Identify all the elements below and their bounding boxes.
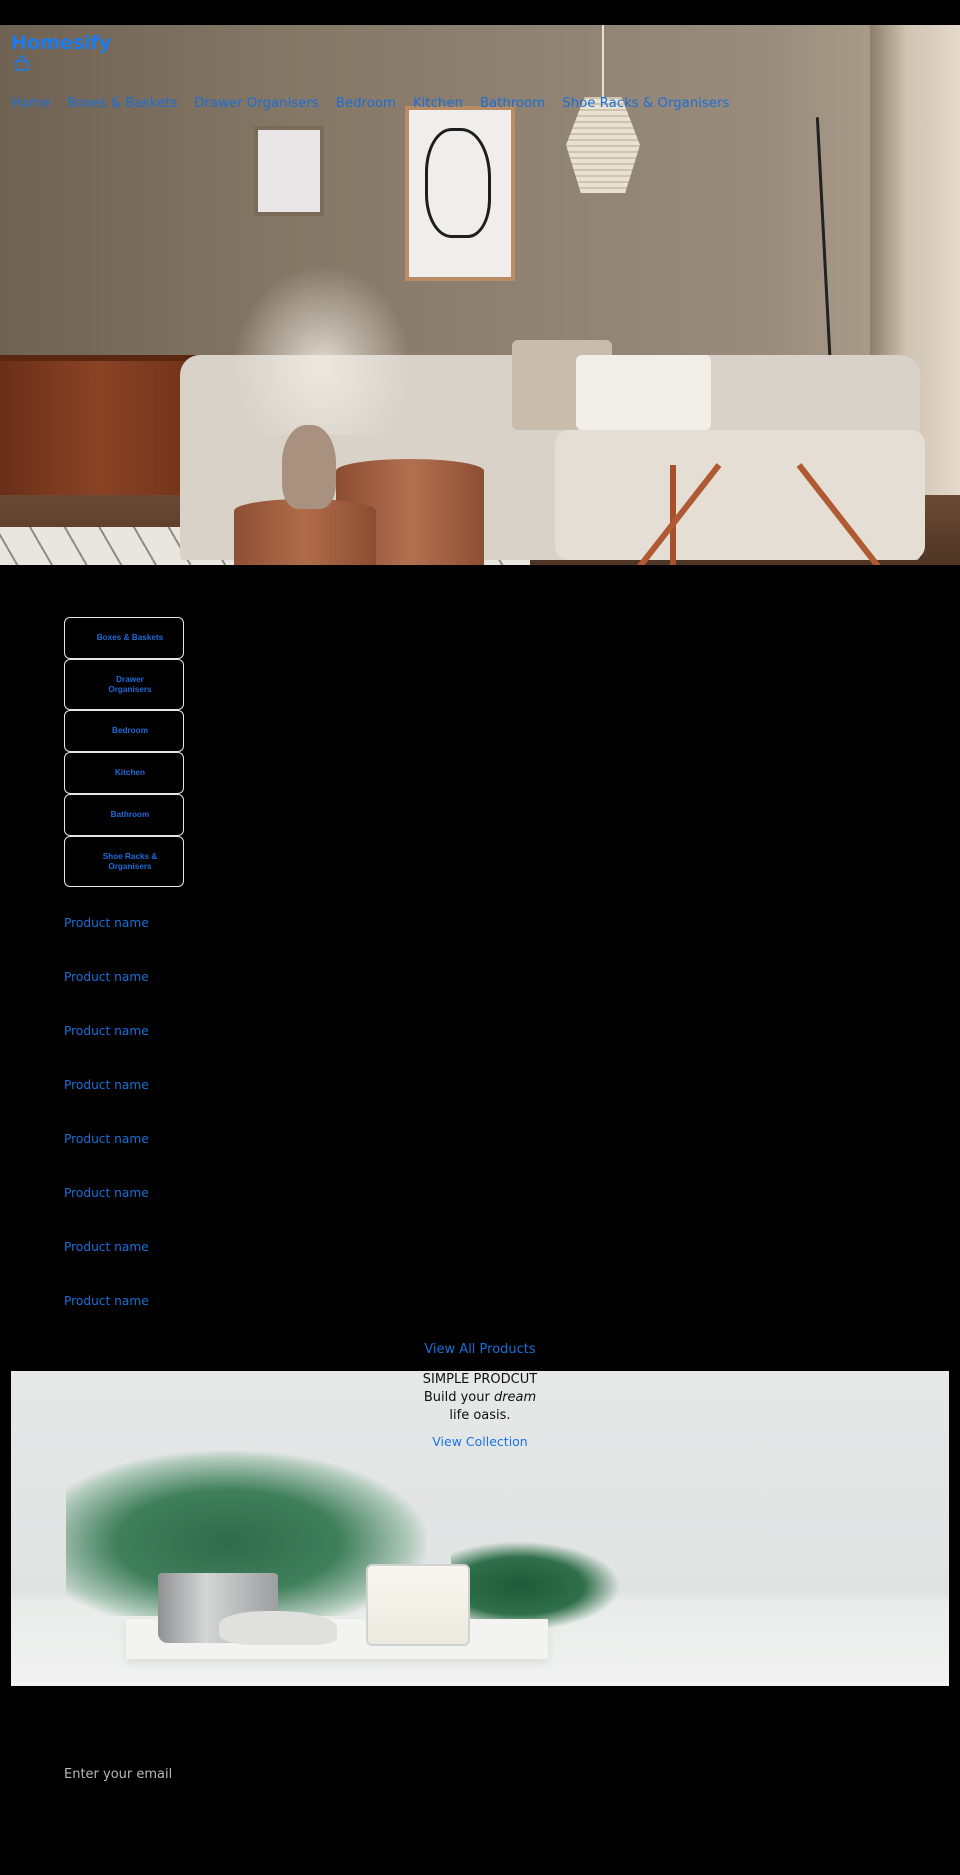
hero-decoration (282, 425, 336, 509)
product-link[interactable]: Product name (64, 969, 149, 1023)
banner-decoration (451, 1541, 621, 1631)
category-button-bedroom[interactable]: Bedroom (64, 710, 184, 752)
nav-kitchen[interactable]: Kitchen (413, 96, 463, 111)
banner-decoration (366, 1564, 470, 1646)
promo-headline-start: Build your (423, 1390, 494, 1405)
promo-headline-emphasis: dream (493, 1390, 537, 1405)
nav-home[interactable]: Home (11, 96, 50, 111)
product-link[interactable]: Product name (64, 1239, 149, 1293)
hero-decoration (566, 97, 640, 193)
promo-headline: Build your dream (0, 1389, 960, 1407)
hero-decoration (576, 355, 711, 430)
hero-decoration (0, 355, 198, 495)
banner-decoration (219, 1611, 337, 1645)
product-list: Product name Product name Product name P… (64, 915, 149, 1347)
product-link[interactable]: Product name (64, 1293, 149, 1347)
product-link[interactable]: Product name (64, 1077, 149, 1131)
promo-headline-end: life oasis. (449, 1408, 511, 1423)
category-buttons: Boxes & Baskets Drawer Organisers Bedroo… (64, 617, 184, 887)
hero-decoration (405, 106, 515, 281)
view-all-products-link[interactable]: View All Products (0, 1342, 960, 1357)
hero-decoration (232, 265, 412, 435)
product-link[interactable]: Product name (64, 1185, 149, 1239)
promo-eyebrow: SIMPLE PRODCUT (422, 1372, 538, 1387)
hero-decoration (670, 465, 860, 565)
nav-bathroom[interactable]: Bathroom (480, 96, 545, 111)
brand-logo[interactable]: Homesify (11, 32, 111, 54)
product-link[interactable]: Product name (64, 915, 149, 969)
category-button-kitchen[interactable]: Kitchen (64, 752, 184, 794)
category-button-boxes-baskets[interactable]: Boxes & Baskets (64, 617, 184, 659)
category-button-drawer-organisers[interactable]: Drawer Organisers (64, 659, 184, 710)
nav-boxes-baskets[interactable]: Boxes & Baskets (67, 96, 177, 111)
product-link[interactable]: Product name (64, 1131, 149, 1185)
category-button-shoe-racks[interactable]: Shoe Racks & Organisers (64, 836, 184, 887)
main-nav: Home Boxes & Baskets Drawer Organisers B… (11, 96, 746, 111)
email-input[interactable] (64, 1767, 364, 1782)
category-button-bathroom[interactable]: Bathroom (64, 794, 184, 836)
shopping-bag-icon[interactable] (14, 55, 30, 71)
hero-decoration (602, 25, 604, 97)
hero-decoration (425, 128, 491, 238)
view-collection-link[interactable]: View Collection (432, 1433, 527, 1451)
nav-bedroom[interactable]: Bedroom (336, 96, 396, 111)
nav-drawer-organisers[interactable]: Drawer Organisers (194, 96, 319, 111)
nav-shoe-racks[interactable]: Shoe Racks & Organisers (562, 96, 729, 111)
promo-text: SIMPLE PRODCUT Build your dream life oas… (0, 1371, 960, 1452)
hero-decoration (254, 126, 324, 216)
product-link[interactable]: Product name (64, 1023, 149, 1077)
